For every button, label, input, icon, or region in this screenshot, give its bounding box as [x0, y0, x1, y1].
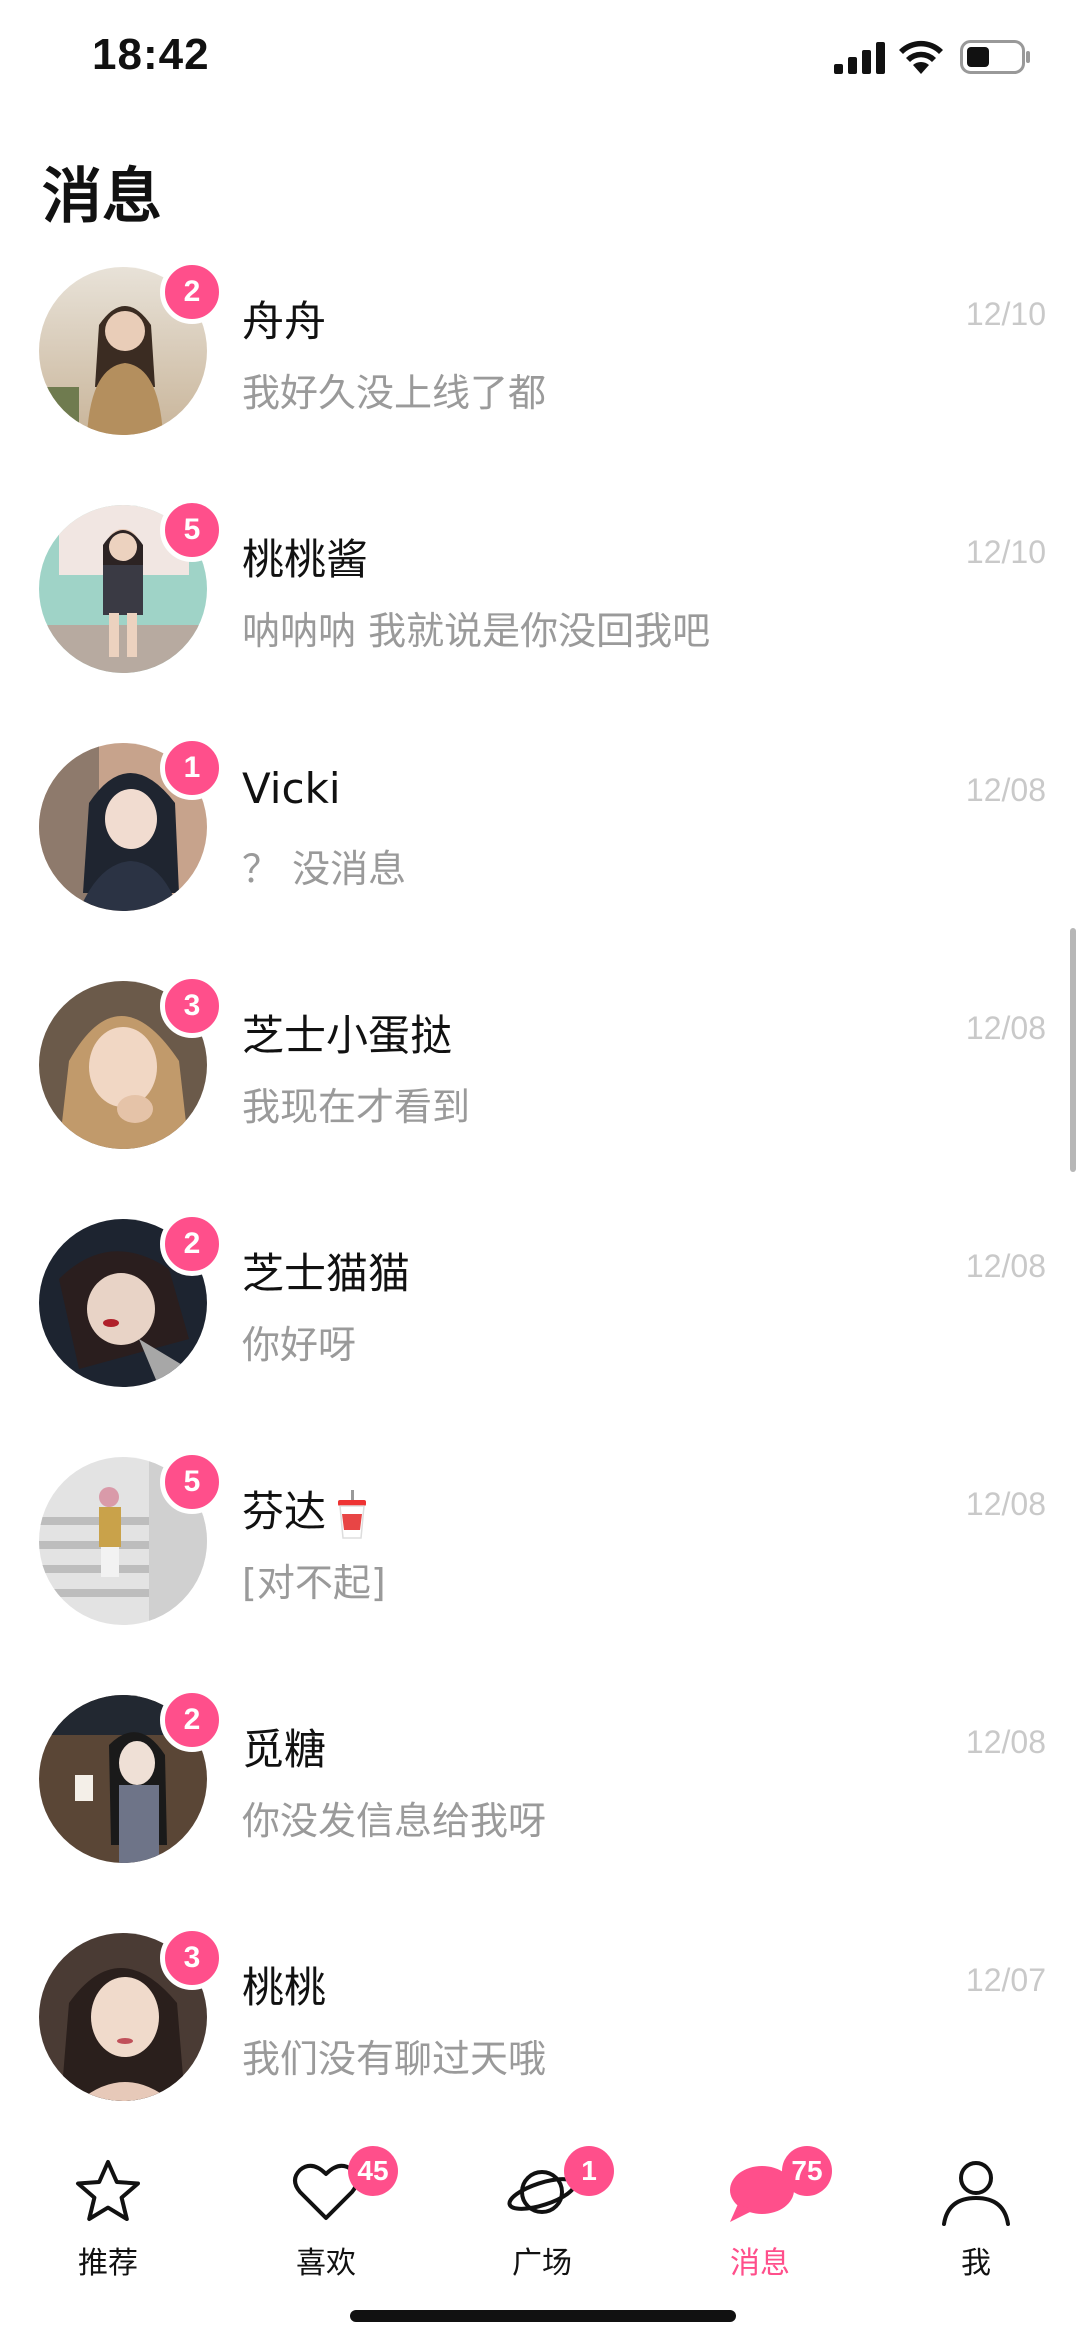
unread-badge: 2: [160, 260, 224, 324]
tab-badge: 75: [782, 2146, 832, 2196]
conversation-row[interactable]: 3 桃桃 我们没有聊过天哦 12/07: [0, 1904, 1080, 2142]
status-bar: 18:42: [0, 0, 1080, 120]
contact-name: 觅糖: [242, 1725, 327, 1774]
message-date: 12/08: [965, 1010, 1046, 1046]
message-date: 12/10: [965, 296, 1046, 332]
message-date: 12/07: [965, 1962, 1046, 1998]
scrollbar[interactable]: [1070, 928, 1076, 1172]
tab-label: 推荐: [78, 2246, 138, 2281]
cellular-signal-icon: [834, 42, 885, 74]
message-date: 12/08: [965, 1248, 1046, 1284]
last-message: 我好久没上线了都: [242, 371, 547, 415]
tab-label: 我: [961, 2246, 991, 2281]
unread-badge: 2: [160, 1212, 224, 1276]
contact-name: 桃桃: [242, 1963, 327, 2012]
conversation-row[interactable]: 1 Vicki ？ 没消息 12/08: [0, 714, 1080, 952]
conversation-row[interactable]: 2 芝士猫猫 你好呀 12/08: [0, 1190, 1080, 1428]
tab-recommend[interactable]: 推荐: [28, 2146, 188, 2286]
unread-badge: 3: [160, 1926, 224, 1990]
tab-me[interactable]: 我: [896, 2146, 1056, 2286]
tab-likes[interactable]: 45 喜欢: [246, 2146, 406, 2286]
status-time: 18:42: [92, 30, 210, 79]
home-indicator[interactable]: [350, 2310, 736, 2322]
conversation-row[interactable]: 2 舟舟 我好久没上线了都 12/10: [0, 238, 1080, 476]
conversation-row[interactable]: 2 觅糖 你没发信息给我呀 12/08: [0, 1666, 1080, 1904]
unread-badge: 1: [160, 736, 224, 800]
conversation-row[interactable]: 5 芬达 [对不起] 12/08: [0, 1428, 1080, 1666]
tab-badge: 1: [564, 2146, 614, 2196]
tab-label: 喜欢: [296, 2246, 356, 2281]
contact-name: Vicki: [242, 764, 341, 813]
last-message: 我现在才看到: [242, 1085, 471, 1129]
wifi-icon: [899, 40, 943, 74]
message-date: 12/08: [965, 1724, 1046, 1760]
tab-label: 消息: [730, 2246, 790, 2281]
last-message: 你好呀: [242, 1323, 357, 1367]
tab-square[interactable]: 1 广场: [462, 2146, 622, 2286]
contact-name: 芝士猫猫: [242, 1249, 411, 1298]
last-message: 呐呐呐 我就说是你没回我吧: [242, 609, 711, 653]
star-icon: [76, 2160, 140, 2221]
conversation-row[interactable]: 3 芝士小蛋挞 我现在才看到 12/08: [0, 952, 1080, 1190]
bottom-tab-bar: 推荐 45 喜欢 1 广场 75 消息 我: [0, 2126, 1080, 2337]
unread-badge: 3: [160, 974, 224, 1038]
unread-badge: 5: [160, 498, 224, 562]
message-date: 12/10: [965, 534, 1046, 570]
tab-messages[interactable]: 75 消息: [680, 2146, 840, 2286]
contact-name: 舟舟: [242, 297, 327, 346]
page-title: 消息: [42, 162, 162, 232]
contact-name: 芬达: [242, 1478, 370, 1540]
contact-name: 芝士小蛋挞: [242, 1011, 453, 1060]
conversation-row[interactable]: 5 桃桃酱 呐呐呐 我就说是你没回我吧 12/10: [0, 476, 1080, 714]
battery-icon: [960, 40, 1030, 74]
drink-cup-icon: [338, 1489, 367, 1539]
unread-badge: 5: [160, 1450, 224, 1514]
contact-name-text: 芬达: [242, 1487, 327, 1536]
person-icon: [942, 2161, 1010, 2226]
unread-badge: 2: [160, 1688, 224, 1752]
last-message: ？ 没消息: [242, 847, 407, 891]
tab-badge: 45: [348, 2146, 398, 2196]
last-message: 我们没有聊过天哦: [242, 2037, 547, 2081]
contact-name: 桃桃酱: [242, 535, 369, 584]
last-message: [对不起]: [242, 1561, 386, 1605]
message-date: 12/08: [965, 772, 1046, 808]
message-date: 12/08: [965, 1486, 1046, 1522]
tab-label: 广场: [512, 2246, 572, 2281]
last-message: 你没发信息给我呀: [242, 1799, 547, 1843]
